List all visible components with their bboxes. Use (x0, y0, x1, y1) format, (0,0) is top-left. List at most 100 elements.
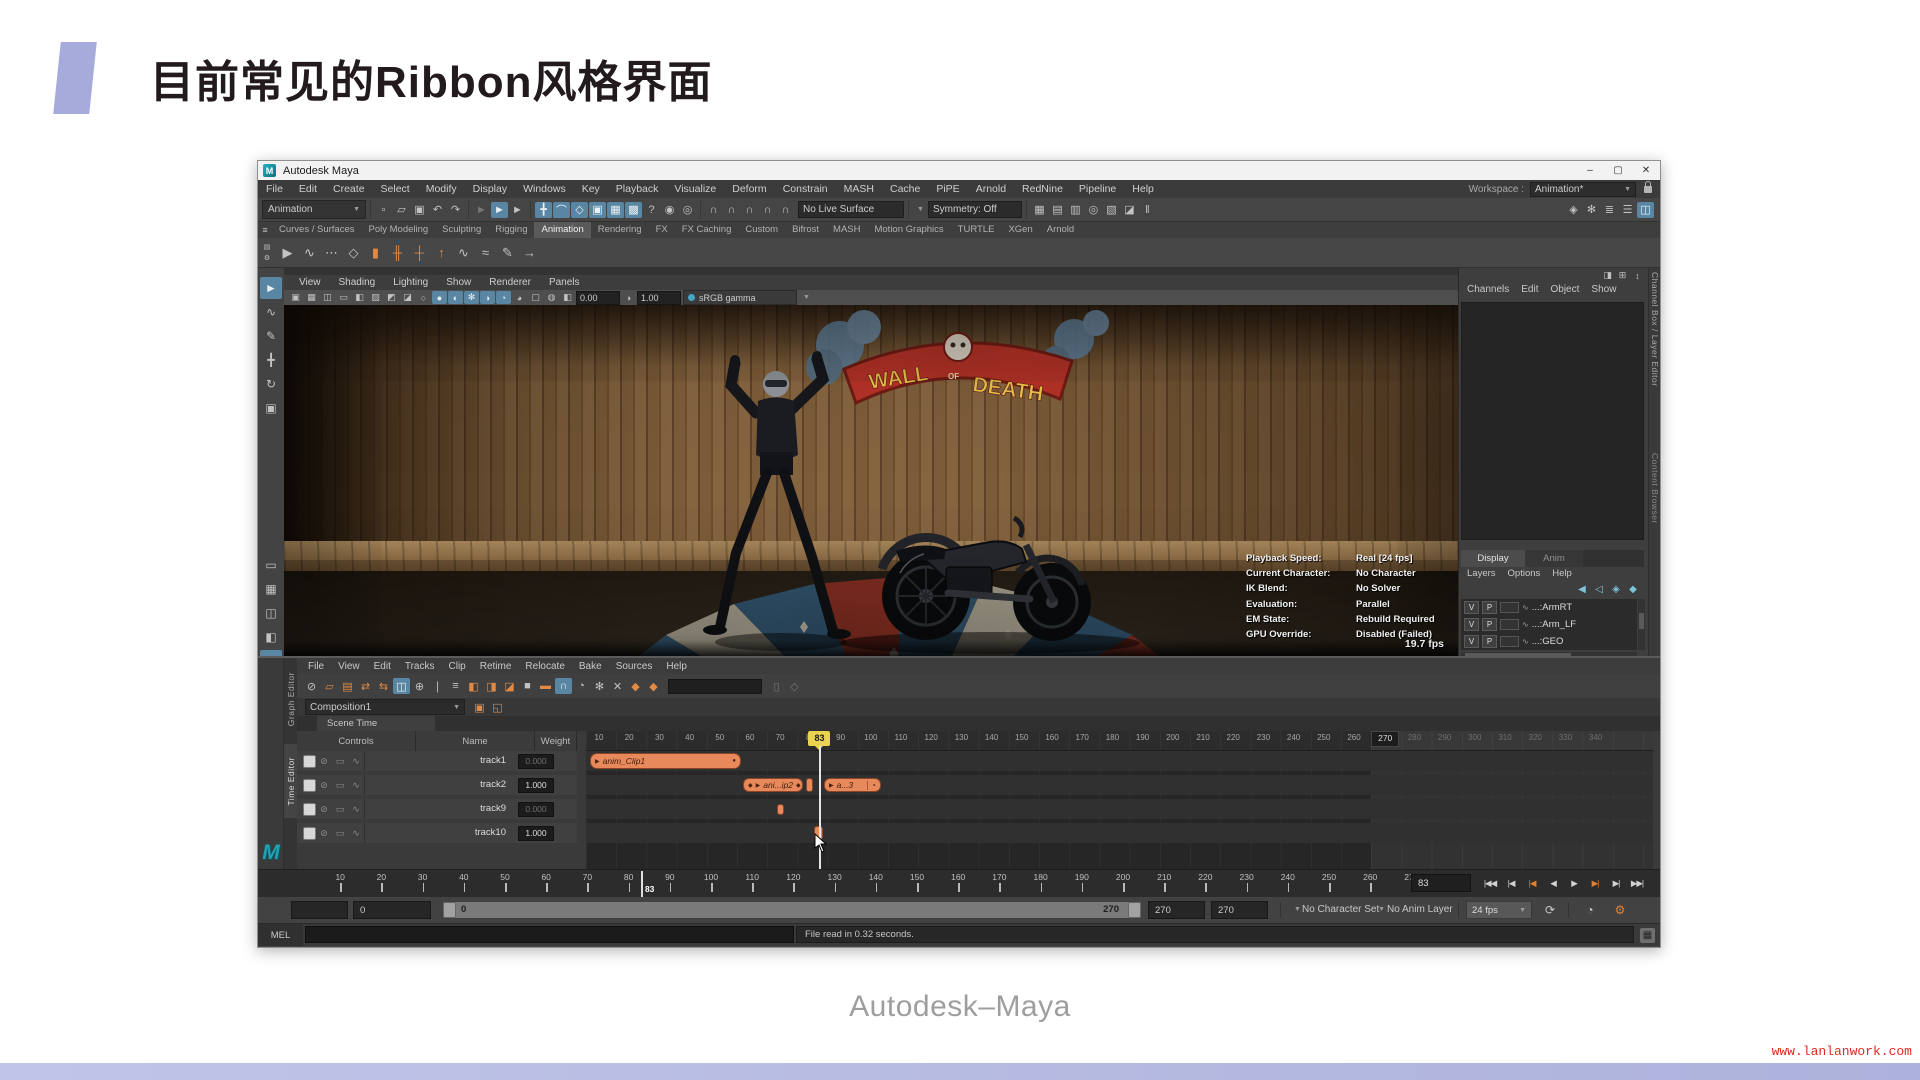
animation-start-field[interactable] (291, 901, 348, 919)
wireframe-icon[interactable]: ○ (416, 291, 431, 304)
track-mute-icon[interactable]: ⊘ (316, 780, 332, 791)
move-layer-up-icon[interactable]: ◀ (1575, 583, 1589, 596)
safe-title-icon[interactable]: ◪ (400, 291, 415, 304)
track-solo-icon[interactable]: ▭ (332, 780, 348, 791)
time-editor-search-field[interactable] (668, 679, 762, 694)
track-weight-field[interactable]: 1.000 (518, 826, 554, 841)
track-weight-field[interactable]: 0.000 (518, 802, 554, 817)
new-layer-from-selected-icon[interactable]: ◆ (1626, 583, 1640, 596)
close-button[interactable]: ✕ (1632, 161, 1660, 180)
track-mute-icon[interactable]: ⊘ (316, 828, 332, 839)
viewport-3d-scene[interactable]: WALL OF DEATH (284, 305, 1458, 656)
snapshot-icon[interactable]: ◇ (343, 242, 364, 263)
menu-create[interactable]: Create (325, 183, 373, 195)
tab-anim[interactable]: Anim (1525, 550, 1583, 567)
lasso-tool-icon[interactable]: ∿ (260, 301, 282, 323)
magnet-snap-icon[interactable]: ∩ (555, 678, 572, 694)
select-object-icon[interactable]: ► (491, 202, 508, 218)
play-backwards-button[interactable]: ◀ (1543, 873, 1563, 893)
input-connections-icon[interactable]: ∩ (705, 202, 722, 218)
maximize-button[interactable]: ▢ (1604, 161, 1632, 180)
shelf-menu-icon[interactable]: ▤ (261, 242, 273, 253)
hypershade-icon[interactable]: ▧ (1103, 202, 1120, 218)
match-clip-icon[interactable]: ⇆ (375, 678, 392, 694)
range-slider-bar[interactable]: 0 270 (443, 902, 1141, 918)
tab-display[interactable]: Display (1461, 550, 1525, 567)
menu-pipeline[interactable]: Pipeline (1071, 183, 1124, 195)
new-empty-layer-icon[interactable]: ◈ (1609, 583, 1623, 596)
select-tool-icon[interactable]: ► (260, 277, 282, 299)
menu-file[interactable]: File (258, 183, 291, 195)
clip-ani-ip2[interactable]: ◆▶ani...ip2◆ (743, 778, 803, 792)
camera-attrs-icon[interactable]: ▣ (288, 291, 303, 304)
column-header-controls[interactable]: Controls (297, 731, 416, 752)
step-forward-frame-button[interactable]: ▶| (1606, 873, 1626, 893)
gamma-icon[interactable]: ◑ (622, 291, 635, 304)
menu-visualize[interactable]: Visualize (666, 183, 724, 195)
layer-visibility-toggle[interactable]: V (1464, 635, 1479, 648)
layout-two-pane-icon[interactable]: ◫ (260, 602, 282, 624)
manage-compositions-icon[interactable]: ◱ (489, 699, 506, 715)
anim-preferences-icon[interactable]: ⚙ (1610, 901, 1630, 919)
add-clip-key-icon[interactable]: ◆ (645, 678, 662, 694)
new-composition-icon[interactable]: ▣ (471, 699, 488, 715)
shelf-tab-curves-surfaces[interactable]: Curves / Surfaces (272, 222, 362, 238)
snap-grid-icon[interactable]: ╋ (535, 202, 552, 218)
set-key-ticks-icon[interactable]: ╫ (387, 242, 408, 263)
tab-graph-editor[interactable]: Graph Editor (284, 664, 297, 734)
save-scene-icon[interactable]: ▣ (411, 202, 428, 218)
track-solo-icon[interactable]: ▭ (332, 804, 348, 815)
tab-time-editor[interactable]: Time Editor (284, 744, 297, 818)
output-connections-icon[interactable]: ∩ (741, 202, 758, 218)
motion-trail-icon[interactable]: ∿ (299, 242, 320, 263)
range-start-handle[interactable] (443, 902, 456, 918)
channel-box-toggle-icon[interactable]: ≣ (1601, 202, 1618, 218)
shelf-tab-arnold[interactable]: Arnold (1040, 222, 1081, 238)
character-controls-icon[interactable]: ✻ (1583, 202, 1600, 218)
workspace-lock-icon[interactable] (1644, 186, 1652, 193)
field-chart-icon[interactable]: ▨ (368, 291, 383, 304)
construction-history-icon[interactable]: ∩ (777, 202, 794, 218)
ghosting-icon[interactable]: ⋯ (321, 242, 342, 263)
track-mute-icon[interactable]: ⊘ (316, 756, 332, 767)
manipulator-toggle-icon[interactable]: ↕ (1631, 269, 1644, 282)
step-back-frame-button[interactable]: |◀ (1501, 873, 1521, 893)
render-sequence-icon[interactable]: ◪ (1121, 202, 1138, 218)
mute-all-icon[interactable]: ⊘ (303, 678, 320, 694)
range-end-handle[interactable] (1128, 902, 1141, 918)
input-operations-icon[interactable]: ∩ (723, 202, 740, 218)
set-key-icon[interactable]: ▮ (365, 242, 386, 263)
layer-visibility-toggle[interactable]: V (1464, 601, 1479, 614)
track-lane[interactable] (586, 799, 1653, 819)
playblast-icon[interactable]: ▶ (277, 242, 298, 263)
layer-row[interactable]: VP∿...:Arm_LF (1461, 616, 1637, 632)
shelf-tab-fx-caching[interactable]: FX Caching (675, 222, 739, 238)
track-checkbox[interactable] (303, 755, 316, 768)
shelf-tab-animation[interactable]: Animation (534, 222, 590, 238)
menu-edit[interactable]: Edit (291, 183, 325, 195)
shelf-tab-poly-modeling[interactable]: Poly Modeling (362, 222, 436, 238)
menu-mash[interactable]: MASH (836, 183, 882, 195)
graph-editor-icon[interactable]: ∿ (453, 242, 474, 263)
shelf-tab-sculpting[interactable]: Sculpting (435, 222, 488, 238)
split-clip-icon[interactable]: ∣ (429, 678, 446, 694)
render-view-icon[interactable]: ▦ (1031, 202, 1048, 218)
panel-menu-show[interactable]: Show (437, 277, 480, 288)
track-weight-field[interactable]: 0.000 (518, 754, 554, 769)
playback-end-field[interactable]: 270 (1148, 901, 1205, 919)
layout-outliner-icon[interactable]: ◧ (260, 626, 282, 648)
clip-a-3[interactable]: ▶a...3◔ (824, 778, 881, 792)
shelf-tab-xgen[interactable]: XGen (1001, 222, 1039, 238)
film-gate-icon[interactable]: ◫ (320, 291, 335, 304)
render-settings-icon[interactable]: ◎ (1085, 202, 1102, 218)
select-component-icon[interactable]: ► (509, 202, 526, 218)
layer-row[interactable]: VP∿...:GEO (1461, 633, 1637, 649)
te-menu-retime[interactable]: Retime (473, 661, 519, 672)
chevron-down-icon[interactable]: ▼ (1378, 906, 1385, 913)
add-character-icon[interactable]: ✻ (591, 678, 608, 694)
menu-modify[interactable]: Modify (418, 183, 465, 195)
isolate-select-icon[interactable]: ▢ (528, 291, 543, 304)
open-scene-icon[interactable]: ▱ (393, 202, 410, 218)
layer-row[interactable]: VP∿...:ArmRT (1461, 599, 1637, 615)
highlight-selection-icon[interactable]: ◎ (679, 202, 696, 218)
